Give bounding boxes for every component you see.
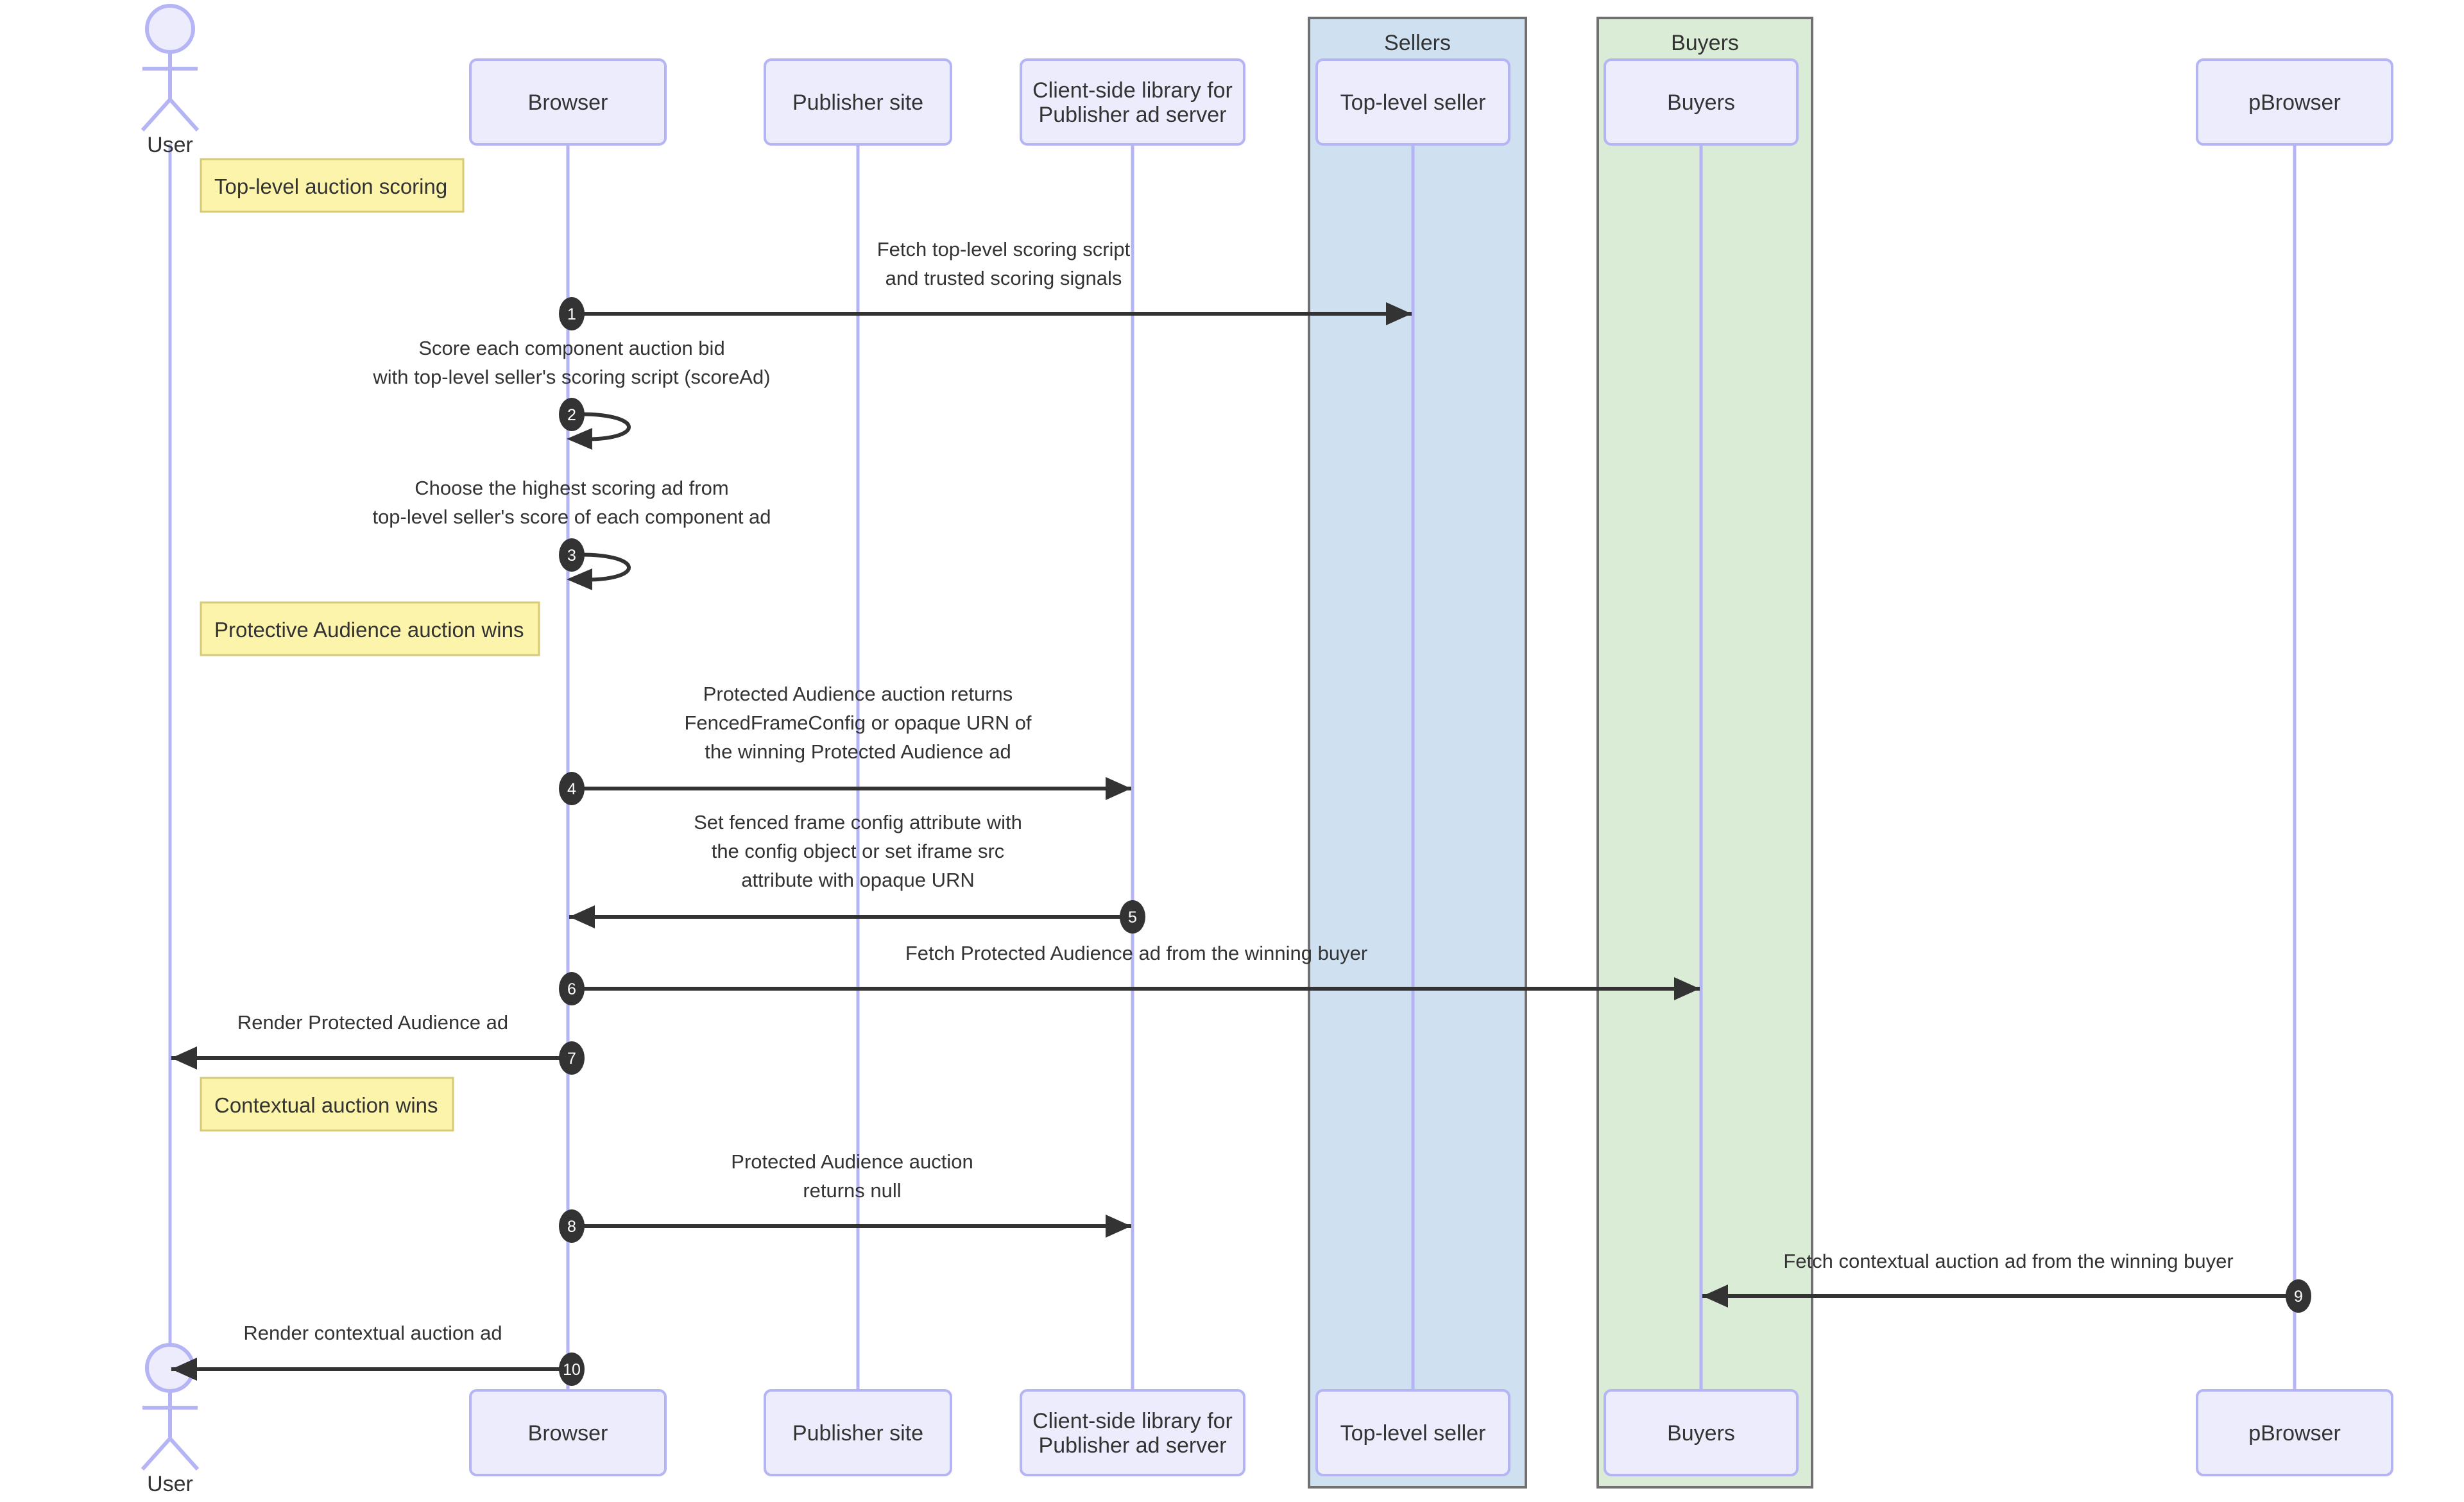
group-label-buyers: Buyers [1671,31,1739,55]
message-label-5: attribute with opaque URN [741,869,975,891]
message-arrowhead-8 [1106,1215,1131,1238]
participant-groups-layer: Sellers Buyers [1308,17,1813,1489]
participant-buyersp-top[interactable]: Buyers [1604,58,1799,146]
actor-leg-left-icon [141,1437,172,1471]
message-arrowhead-7 [171,1046,197,1070]
participant-label-pbrowser: pBrowser [2248,1421,2341,1446]
participant-topseller-bottom[interactable]: Top-level seller [1315,1389,1510,1476]
message-label-4: Protected Audience auction returns [703,683,1013,705]
participant-label-adserver: Publisher ad server [1039,103,1227,127]
message-arrowhead-4 [1106,777,1131,800]
participant-adserver-top[interactable]: Client-side library forPublisher ad serv… [1020,58,1245,146]
message-label-2: Score each component auction bid [418,337,724,359]
participant-buyersp-bottom[interactable]: Buyers [1604,1389,1799,1476]
sequence-number-2: 2 [567,406,576,424]
message-label-1: Fetch top-level scoring script [877,238,1131,260]
actor-label-user: User [147,1472,193,1496]
sequence-number-10: 10 [563,1361,581,1379]
note-note-2: Protective Audience auction wins [200,601,540,656]
messages-layer: 1 Fetch top-level scoring script and trust… [171,238,2311,1386]
sequence-number-7: 7 [567,1050,576,1068]
participant-publisher-top[interactable]: Publisher site [764,58,952,146]
sequence-number-8: 8 [567,1218,576,1236]
sequence-number-1: 1 [567,305,576,323]
message-7[interactable]: 7 Render Protected Audience ad [171,1011,585,1075]
participant-label-adserver: Publisher ad server [1039,1433,1227,1458]
message-8[interactable]: 8 Protected Audience auction returns null [559,1150,1131,1243]
message-label-5: the config object or set iframe src [712,840,1005,862]
message-arrowhead-2 [567,428,592,450]
message-arrowhead-5 [569,905,595,928]
message-10[interactable]: 10 Render contextual auction ad [171,1322,585,1386]
message-label-4: FencedFrameConfig or opaque URN of [684,712,1031,734]
message-label-4: the winning Protected Audience ad [705,740,1011,763]
message-label-6: Fetch Protected Audience ad from the win… [905,942,1367,964]
actor-leg-left-icon [141,98,172,132]
participant-publisher-bottom[interactable]: Publisher site [764,1389,952,1476]
message-5[interactable]: 5 Set fenced frame config attribute with t… [569,811,1145,934]
participant-label-browser: Browser [528,1421,608,1446]
message-label-7: Render Protected Audience ad [237,1011,508,1034]
message-4[interactable]: 4 Protected Audience auction returns Fence… [559,683,1131,805]
participant-label-publisher: Publisher site [792,90,923,115]
participant-label-buyersp: Buyers [1667,90,1735,115]
participant-browser-top[interactable]: Browser [469,58,667,146]
participant-label-topseller: Top-level seller [1340,90,1486,115]
participant-label-buyersp: Buyers [1667,1421,1735,1446]
message-label-2: with top-level seller's scoring script (… [372,366,770,388]
participant-label-pbrowser: pBrowser [2248,90,2341,115]
notes-layer: Top-level auction scoring Protective Audi… [200,158,540,1132]
sequence-number-3: 3 [567,547,576,565]
message-label-3: top-level seller's score of each compone… [372,506,771,528]
participant-adserver-bottom[interactable]: Client-side library forPublisher ad serv… [1020,1389,1245,1476]
message-6[interactable]: 6 Fetch Protected Audience ad from the wi… [559,942,1700,1005]
note-label-note-3: Contextual auction wins [214,1093,438,1117]
message-2[interactable]: 2 Score each component auction bid with to… [372,337,771,450]
participant-label-browser: Browser [528,90,608,115]
note-label-note-2: Protective Audience auction wins [214,618,524,642]
message-label-10: Render contextual auction ad [243,1322,502,1344]
message-label-9: Fetch contextual auction ad from the win… [1783,1250,2233,1272]
participant-label-topseller: Top-level seller [1340,1421,1486,1446]
participant-topseller-top[interactable]: Top-level seller [1315,58,1510,146]
participant-pbrowser-top[interactable]: pBrowser [2196,58,2393,146]
actor-leg-right-icon [168,98,200,132]
note-note-3: Contextual auction wins [200,1077,454,1132]
message-label-3: Choose the highest scoring ad from [415,477,728,499]
actor-user-top[interactable]: User [141,4,200,157]
actor-leg-right-icon [168,1437,200,1471]
sequence-diagram-root: Sellers Buyers User User Browser Browser Publ… [0,0,2464,1502]
note-note-1: Top-level auction scoring [200,158,465,213]
participant-label-adserver: Client-side library for [1032,78,1233,103]
message-3[interactable]: 3 Choose the highest scoring ad from top-l… [372,477,771,590]
participant-browser-bottom[interactable]: Browser [469,1389,667,1476]
message-label-5: Set fenced frame config attribute with [694,811,1022,833]
message-label-8: Protected Audience auction [731,1150,973,1173]
sequence-number-5: 5 [1128,909,1137,926]
participant-pbrowser-bottom[interactable]: pBrowser [2196,1389,2393,1476]
message-arrowhead-3 [567,568,592,590]
sequence-diagram-canvas: Sellers Buyers User User Browser Browser Publ… [141,4,2393,1496]
actor-head-icon [145,4,195,54]
actor-label-user: User [147,133,193,157]
message-1[interactable]: 1 Fetch top-level scoring script and trust… [559,238,1412,330]
message-label-1: and trusted scoring signals [886,267,1122,289]
participant-label-adserver: Client-side library for [1032,1409,1233,1433]
note-label-note-1: Top-level auction scoring [214,175,447,198]
message-label-8: returns null [803,1179,901,1202]
sequence-number-6: 6 [567,980,576,998]
participants-layer: User User Browser Browser Publisher site Publ… [141,4,2393,1496]
group-box-sellers [1308,17,1527,1489]
group-box-buyers [1596,17,1813,1489]
participant-label-publisher: Publisher site [792,1421,923,1446]
sequence-number-9: 9 [2294,1288,2303,1306]
lifelines-layer [168,144,2297,1390]
sequence-number-4: 4 [567,780,576,798]
group-label-sellers: Sellers [1384,31,1451,55]
